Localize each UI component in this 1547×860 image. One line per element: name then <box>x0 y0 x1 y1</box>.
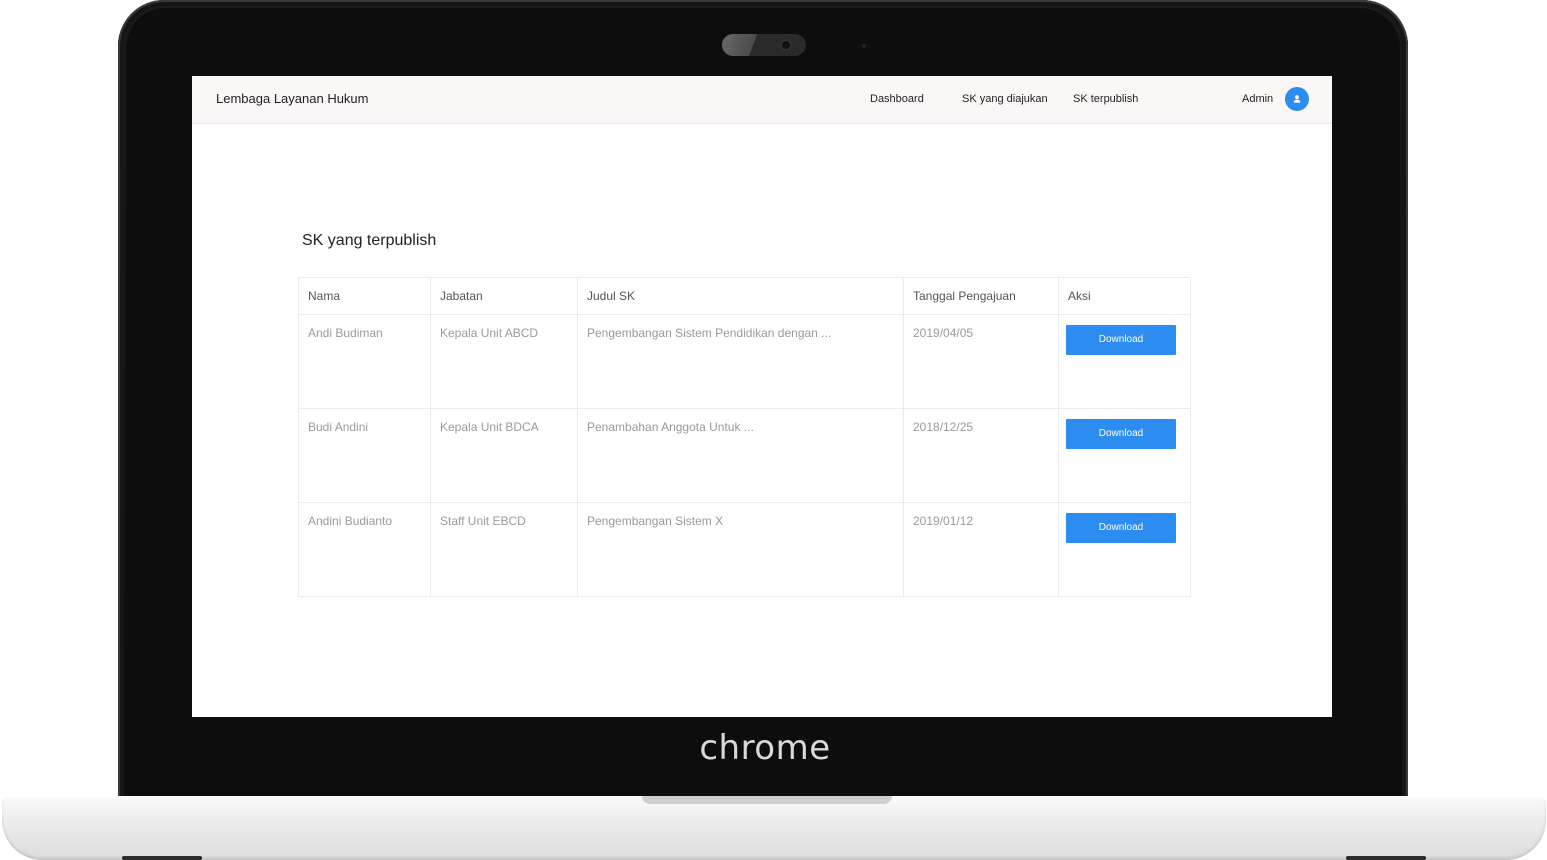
browser-screen: Lembaga Layanan Hukum Dashboard SK yang … <box>192 76 1332 717</box>
top-navbar: Lembaga Layanan Hukum Dashboard SK yang … <box>192 76 1332 124</box>
base-foot-left <box>122 856 202 860</box>
cell-aksi: Download <box>1058 502 1191 597</box>
device-mockup: Lembaga Layanan Hukum Dashboard SK yang … <box>0 0 1547 860</box>
table-header-row: Nama Jabatan Judul SK Tanggal Pengajuan … <box>298 277 1191 315</box>
cell-aksi: Download <box>1058 408 1191 503</box>
page-title: SK yang terpublish <box>302 232 437 249</box>
nav-link-sk-diajukan[interactable]: SK yang diajukan <box>962 93 1048 105</box>
cell-tanggal: 2018/12/25 <box>903 408 1059 503</box>
chrome-logo: chrome <box>699 728 831 768</box>
download-button[interactable]: Download <box>1066 419 1176 449</box>
webcam-shine <box>722 34 772 56</box>
table-row: Budi Andini Kepala Unit BDCA Penambahan … <box>298 408 1191 503</box>
cell-judul-sk: Penambahan Anggota Untuk ... <box>577 408 904 503</box>
user-icon <box>1293 95 1301 103</box>
nav-link-dashboard[interactable]: Dashboard <box>870 93 924 105</box>
sk-table: Nama Jabatan Judul SK Tanggal Pengajuan … <box>298 277 1191 597</box>
table-row: Andini Budianto Staff Unit EBCD Pengemba… <box>298 502 1191 597</box>
nav-link-sk-terpublish[interactable]: SK terpublish <box>1073 93 1138 105</box>
cell-nama: Andini Budianto <box>298 502 431 597</box>
cell-jabatan: Staff Unit EBCD <box>430 502 578 597</box>
laptop-base <box>2 796 1546 860</box>
cell-judul-sk: Pengembangan Sistem X <box>577 502 904 597</box>
cell-tanggal: 2019/01/12 <box>903 502 1059 597</box>
download-button[interactable]: Download <box>1066 513 1176 543</box>
download-button[interactable]: Download <box>1066 325 1176 355</box>
base-notch <box>642 796 892 804</box>
webcam-lens <box>780 39 792 51</box>
column-header-judul-sk: Judul SK <box>577 277 904 315</box>
cell-jabatan: Kepala Unit BDCA <box>430 408 578 503</box>
webcam-icon <box>722 34 806 56</box>
column-header-aksi: Aksi <box>1058 277 1191 315</box>
cell-aksi: Download <box>1058 314 1191 409</box>
brand-title[interactable]: Lembaga Layanan Hukum <box>216 91 369 106</box>
column-header-nama: Nama <box>298 277 431 315</box>
cell-judul-sk: Pengembangan Sistem Pendidikan dengan ..… <box>577 314 904 409</box>
cell-nama: Andi Budiman <box>298 314 431 409</box>
user-name[interactable]: Admin <box>1242 93 1273 105</box>
cell-nama: Budi Andini <box>298 408 431 503</box>
column-header-jabatan: Jabatan <box>430 277 578 315</box>
base-foot-right <box>1346 856 1426 860</box>
column-header-tanggal: Tanggal Pengajuan <box>903 277 1059 315</box>
table-row: Andi Budiman Kepala Unit ABCD Pengembang… <box>298 314 1191 409</box>
avatar[interactable] <box>1285 87 1309 111</box>
cell-tanggal: 2019/04/05 <box>903 314 1059 409</box>
sensor-dot <box>862 44 866 48</box>
cell-jabatan: Kepala Unit ABCD <box>430 314 578 409</box>
